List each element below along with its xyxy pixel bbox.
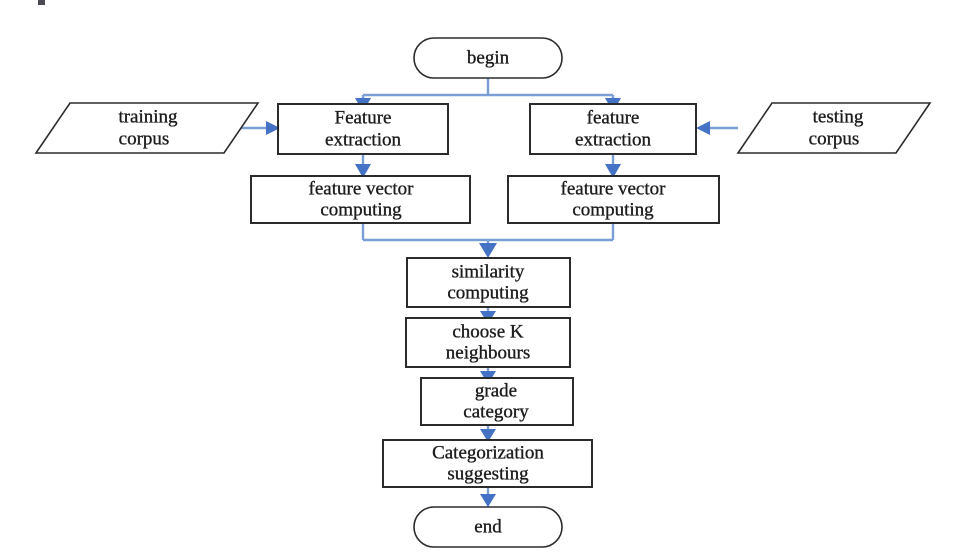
arrow-head-testing-corpus xyxy=(696,121,710,135)
connector-testing-to-feature-extraction xyxy=(696,121,738,135)
feature-extraction-right-label-line2: extraction xyxy=(575,129,651,150)
categorization-label-line2: suggesting xyxy=(447,463,529,484)
grade-category-label-line2: category xyxy=(463,401,529,422)
feature-vector-left-label-line2: computing xyxy=(320,199,402,220)
flowchart-diagram: begin training corpus testing corpus Fea… xyxy=(0,0,962,560)
arrow-head-end xyxy=(480,494,496,507)
training-corpus-label-line1: training xyxy=(118,106,178,127)
feature-extraction-left-label-line1: Feature xyxy=(335,107,392,128)
flowchart-canvas: begin training corpus testing corpus Fea… xyxy=(34,0,932,548)
node-categorization-suggesting[interactable]: Categorization suggesting xyxy=(382,439,593,488)
connector-merge-to-similarity xyxy=(361,223,615,258)
similarity-computing-label-line2: computing xyxy=(447,282,529,303)
testing-corpus-label-line2: corpus xyxy=(809,128,860,149)
testing-corpus-label-line1: testing xyxy=(813,106,864,127)
categorization-label-line1: Categorization xyxy=(432,442,544,463)
feature-vector-right-label-line2: computing xyxy=(572,199,654,220)
node-similarity-computing[interactable]: similarity computing xyxy=(406,257,571,308)
node-begin[interactable]: begin xyxy=(413,37,563,79)
node-feature-vector-left[interactable]: feature vector computing xyxy=(250,175,471,224)
node-feature-extraction-right[interactable]: feature extraction xyxy=(529,103,697,155)
node-choose-k-neighbours[interactable]: choose K neighbours xyxy=(405,317,571,368)
connector-fe-right-to-fvc-right xyxy=(605,154,621,178)
choose-k-label-line1: choose K xyxy=(452,321,524,342)
similarity-computing-label-line1: similarity xyxy=(452,261,525,282)
feature-vector-right-label-line1: feature vector xyxy=(561,178,667,199)
connector-categorization-to-end xyxy=(480,487,496,507)
node-training-corpus[interactable]: training corpus xyxy=(34,102,260,154)
node-feature-extraction-left[interactable]: Feature extraction xyxy=(277,103,449,155)
node-end[interactable]: end xyxy=(413,506,563,548)
node-feature-vector-right[interactable]: feature vector computing xyxy=(507,175,720,224)
grade-category-label-line1: grade xyxy=(475,380,517,401)
image-artifact-speck xyxy=(38,0,45,5)
connector-fe-left-to-fvc-left xyxy=(355,154,371,178)
feature-extraction-right-label-line1: feature xyxy=(587,107,640,128)
feature-vector-left-label-line1: feature vector xyxy=(309,178,415,199)
arrow-head-similarity xyxy=(479,243,497,258)
node-testing-corpus[interactable]: testing corpus xyxy=(736,102,932,154)
end-label: end xyxy=(474,516,502,537)
feature-extraction-left-label-line2: extraction xyxy=(325,129,401,150)
training-corpus-label-line2: corpus xyxy=(119,128,170,149)
choose-k-label-line2: neighbours xyxy=(446,342,530,363)
node-grade-category[interactable]: grade category xyxy=(420,377,574,426)
begin-label: begin xyxy=(467,47,510,68)
